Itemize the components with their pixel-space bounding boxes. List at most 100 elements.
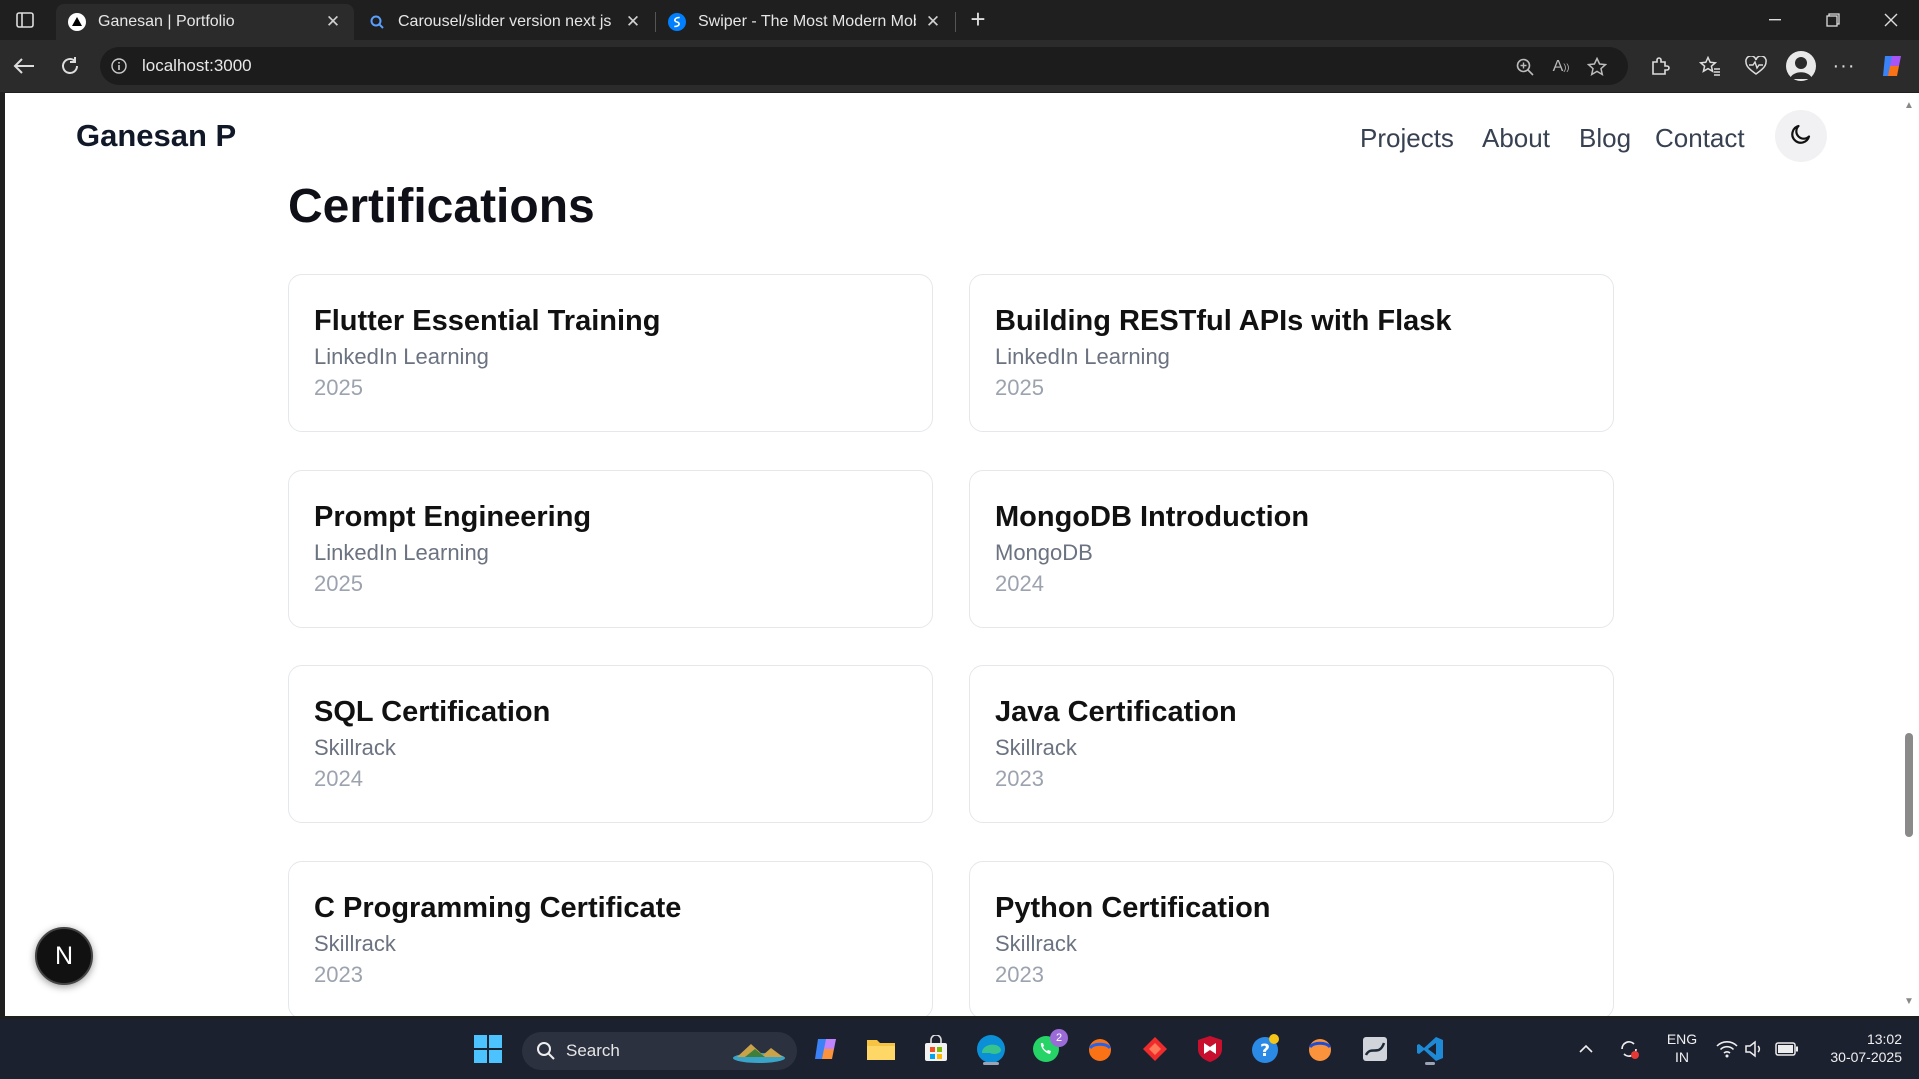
clock-date: 30-07-2025 (1830, 1049, 1902, 1065)
tab-swiper[interactable]: Swiper - The Most Modern Mobil ✕ (656, 4, 954, 40)
tab-separator (955, 12, 956, 32)
certification-issuer: LinkedIn Learning (314, 344, 489, 369)
scroll-down-arrow-icon[interactable]: ▼ (1904, 997, 1914, 1007)
profile-avatar[interactable] (1786, 51, 1816, 81)
certification-issuer: Skillrack (995, 931, 1077, 956)
active-app-indicator (983, 1062, 999, 1065)
mcafee-icon[interactable] (1192, 1031, 1228, 1067)
certification-year: 2025 (314, 571, 363, 596)
certification-issuer: Skillrack (995, 735, 1077, 760)
site-info-icon[interactable] (110, 57, 128, 75)
close-tab-icon[interactable]: ✕ (624, 12, 642, 31)
volume-icon[interactable] (1740, 1031, 1768, 1067)
wireshark-icon[interactable] (1357, 1031, 1393, 1067)
nav-projects[interactable]: Projects (1360, 123, 1454, 154)
read-aloud-icon[interactable]: A)) (1550, 56, 1572, 78)
nextjs-logo-icon: N (54, 941, 74, 970)
certification-issuer: MongoDB (995, 540, 1093, 565)
microsoft-store-icon[interactable] (918, 1031, 954, 1067)
battery-charging-icon[interactable] (1772, 1031, 1802, 1067)
more-menu-icon[interactable]: ··· (1830, 52, 1858, 80)
certification-title: Prompt Engineering (314, 501, 592, 533)
theme-toggle-button[interactable] (1775, 110, 1827, 162)
red-diamond-app-icon[interactable] (1137, 1031, 1173, 1067)
certification-title: Python Certification (995, 892, 1271, 924)
app-orange-icon[interactable] (1302, 1031, 1338, 1067)
svg-text:?: ? (1260, 1041, 1270, 1061)
region-label: IN (1675, 1049, 1689, 1065)
vscode-icon[interactable] (1412, 1031, 1448, 1067)
swiper-logo-icon (668, 13, 686, 31)
certification-title: MongoDB Introduction (995, 501, 1310, 533)
certification-card: SQL Certification Skillrack 2024 (288, 665, 933, 823)
tab-title: Carousel/slider version next js - S (398, 13, 616, 30)
address-bar[interactable]: localhost:3000 A)) (100, 47, 1628, 85)
windows-start-icon[interactable] (470, 1031, 506, 1067)
copilot-icon[interactable] (1878, 52, 1906, 80)
edge-browser-icon[interactable] (973, 1031, 1009, 1067)
browser-health-icon[interactable] (1742, 52, 1770, 80)
taskbar-search-box[interactable]: Search (522, 1032, 797, 1070)
extensions-icon[interactable] (1646, 52, 1674, 80)
close-tab-icon[interactable]: ✕ (924, 12, 942, 31)
page-scrollbar[interactable]: ▲ ▼ (1899, 93, 1919, 1016)
wifi-icon[interactable] (1712, 1031, 1742, 1067)
sidebar-toggle-icon[interactable] (12, 8, 38, 32)
certification-title: Building RESTful APIs with Flask (995, 305, 1452, 337)
certification-year: 2024 (995, 571, 1044, 596)
browser-toolbar: localhost:3000 A)) ··· (0, 40, 1919, 92)
refresh-icon[interactable] (56, 52, 84, 80)
tab-title: Swiper - The Most Modern Mobil (698, 13, 916, 30)
tab-carousel-search[interactable]: Carousel/slider version next js - S ✕ (356, 4, 654, 40)
show-hidden-icons-chevron-icon[interactable] (1575, 1031, 1597, 1067)
certification-card: Java Certification Skillrack 2023 (969, 665, 1614, 823)
sync-status-icon[interactable] (1614, 1031, 1644, 1067)
certification-year: 2025 (314, 375, 363, 400)
certification-year: 2025 (995, 375, 1044, 400)
moon-icon (1789, 122, 1813, 151)
whatsapp-icon[interactable]: 2 (1028, 1029, 1068, 1067)
search-icon (368, 13, 386, 31)
close-window-icon[interactable] (1863, 0, 1919, 40)
certification-issuer: LinkedIn Learning (314, 540, 489, 565)
certification-year: 2024 (314, 766, 363, 791)
site-brand[interactable]: Ganesan P (76, 118, 236, 154)
nav-about[interactable]: About (1482, 123, 1550, 154)
windows-taskbar: Search 2 ? ENG IN 13:02 30-07-2025 (0, 1019, 1919, 1079)
url-text: localhost:3000 (142, 56, 252, 75)
certification-year: 2023 (995, 766, 1044, 791)
scroll-up-arrow-icon[interactable]: ▲ (1904, 101, 1914, 111)
close-tab-icon[interactable]: ✕ (324, 12, 342, 31)
scrollbar-thumb[interactable] (1905, 733, 1913, 837)
app-orange-blue-icon[interactable] (1082, 1031, 1118, 1067)
certification-year: 2023 (314, 962, 363, 987)
copilot-icon[interactable] (808, 1031, 844, 1067)
minimize-icon[interactable] (1747, 0, 1803, 40)
page-viewport: Ganesan P Projects About Blog Contact Ce… (5, 93, 1899, 1016)
input-language-indicator[interactable]: ENG IN (1660, 1030, 1704, 1066)
clock[interactable]: 13:02 30-07-2025 (1812, 1030, 1902, 1066)
nextjs-dev-indicator-button[interactable]: N (35, 927, 93, 985)
help-icon[interactable]: ? (1247, 1031, 1283, 1067)
search-highlight-image (731, 1038, 787, 1064)
search-icon (536, 1041, 556, 1061)
certification-card: MongoDB Introduction MongoDB 2024 (969, 470, 1614, 628)
tab-title: Ganesan | Portfolio (98, 13, 235, 30)
favorite-star-icon[interactable] (1586, 56, 1608, 78)
zoom-icon[interactable] (1514, 56, 1536, 78)
certification-card: Python Certification Skillrack 2023 (969, 861, 1614, 1016)
certification-issuer: Skillrack (314, 735, 396, 760)
notification-badge: 2 (1050, 1029, 1068, 1047)
file-explorer-icon[interactable] (863, 1031, 899, 1067)
certification-title: Flutter Essential Training (314, 305, 661, 337)
new-tab-button[interactable]: + (963, 6, 993, 34)
tab-portfolio[interactable]: Ganesan | Portfolio ✕ (56, 4, 354, 40)
certification-card: Flutter Essential Training LinkedIn Lear… (288, 274, 933, 432)
favorites-icon[interactable] (1696, 52, 1724, 80)
back-icon[interactable] (10, 52, 38, 80)
nav-contact[interactable]: Contact (1655, 123, 1745, 154)
restore-icon[interactable] (1805, 0, 1861, 40)
certification-issuer: Skillrack (314, 931, 396, 956)
running-app-indicator (1425, 1062, 1435, 1065)
nav-blog[interactable]: Blog (1579, 123, 1631, 154)
